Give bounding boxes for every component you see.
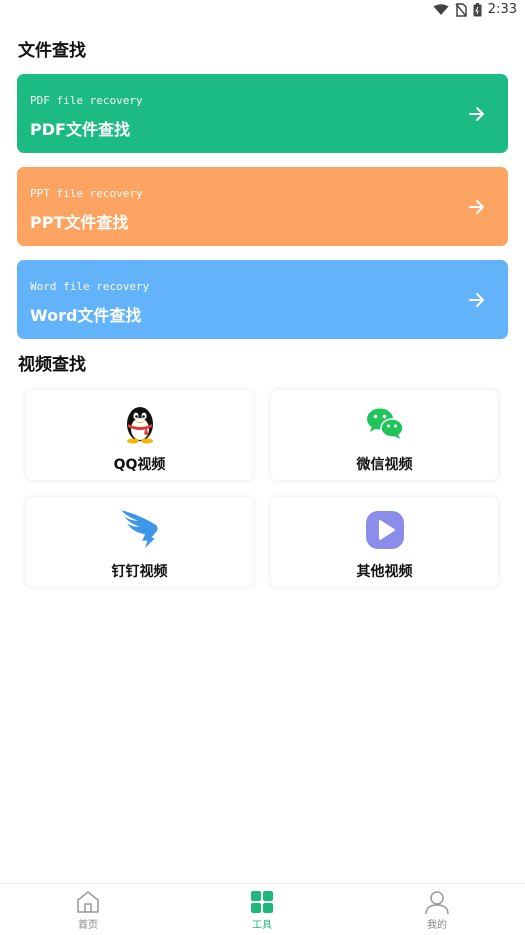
video-card-label: 钉钉视频: [111, 564, 168, 580]
word-recovery-card[interactable]: Word file recovery Word文件查找: [17, 260, 508, 339]
nav-label: 首页: [78, 920, 98, 931]
section-title-file-search: 文件查找: [18, 41, 86, 61]
bottom-navigation: 首页 工具 我的: [0, 883, 525, 935]
wechat-video-card[interactable]: 微信视频: [271, 390, 498, 480]
section-title-video-search: 视频查找: [18, 355, 86, 375]
card-title: PPT文件查找: [30, 213, 129, 232]
wifi-icon: [433, 3, 449, 15]
dingtalk-video-card[interactable]: 钉钉视频: [26, 497, 253, 587]
qq-penguin-icon: [126, 407, 153, 444]
play-icon: [365, 511, 404, 549]
nav-item-profile[interactable]: 我的: [407, 889, 467, 931]
other-video-card[interactable]: 其他视频: [271, 497, 498, 587]
dingtalk-icon: [120, 510, 158, 548]
arrow-right-icon: [469, 107, 484, 121]
wechat-icon: [366, 408, 404, 439]
nav-label: 我的: [427, 920, 447, 931]
battery-icon: [473, 2, 482, 16]
card-title: Word文件查找: [30, 306, 142, 325]
nav-label: 工具: [252, 920, 272, 931]
status-bar: 2:33: [0, 0, 525, 22]
card-title: PDF文件查找: [30, 120, 130, 139]
card-subtitle: PDF file recovery: [30, 94, 143, 107]
ppt-recovery-card[interactable]: PPT file recovery PPT文件查找: [17, 167, 508, 246]
status-time: 2:33: [487, 2, 517, 17]
nav-item-home[interactable]: 首页: [58, 889, 118, 931]
status-icons: 2:33: [433, 2, 517, 17]
card-subtitle: PPT file recovery: [30, 187, 143, 200]
arrow-right-icon: [469, 200, 484, 214]
qq-video-card[interactable]: QQ视频: [26, 390, 253, 480]
card-subtitle: Word file recovery: [30, 280, 150, 293]
video-card-label: 其他视频: [356, 564, 413, 580]
video-card-label: QQ视频: [113, 457, 166, 473]
grid-icon: [251, 891, 273, 913]
user-icon: [425, 891, 449, 915]
video-card-label: 微信视频: [356, 457, 413, 473]
home-icon: [77, 891, 99, 913]
arrow-right-icon: [469, 293, 484, 307]
nav-item-tools[interactable]: 工具: [232, 889, 292, 931]
no-sim-icon: [455, 2, 467, 17]
pdf-recovery-card[interactable]: PDF file recovery PDF文件查找: [17, 74, 508, 153]
